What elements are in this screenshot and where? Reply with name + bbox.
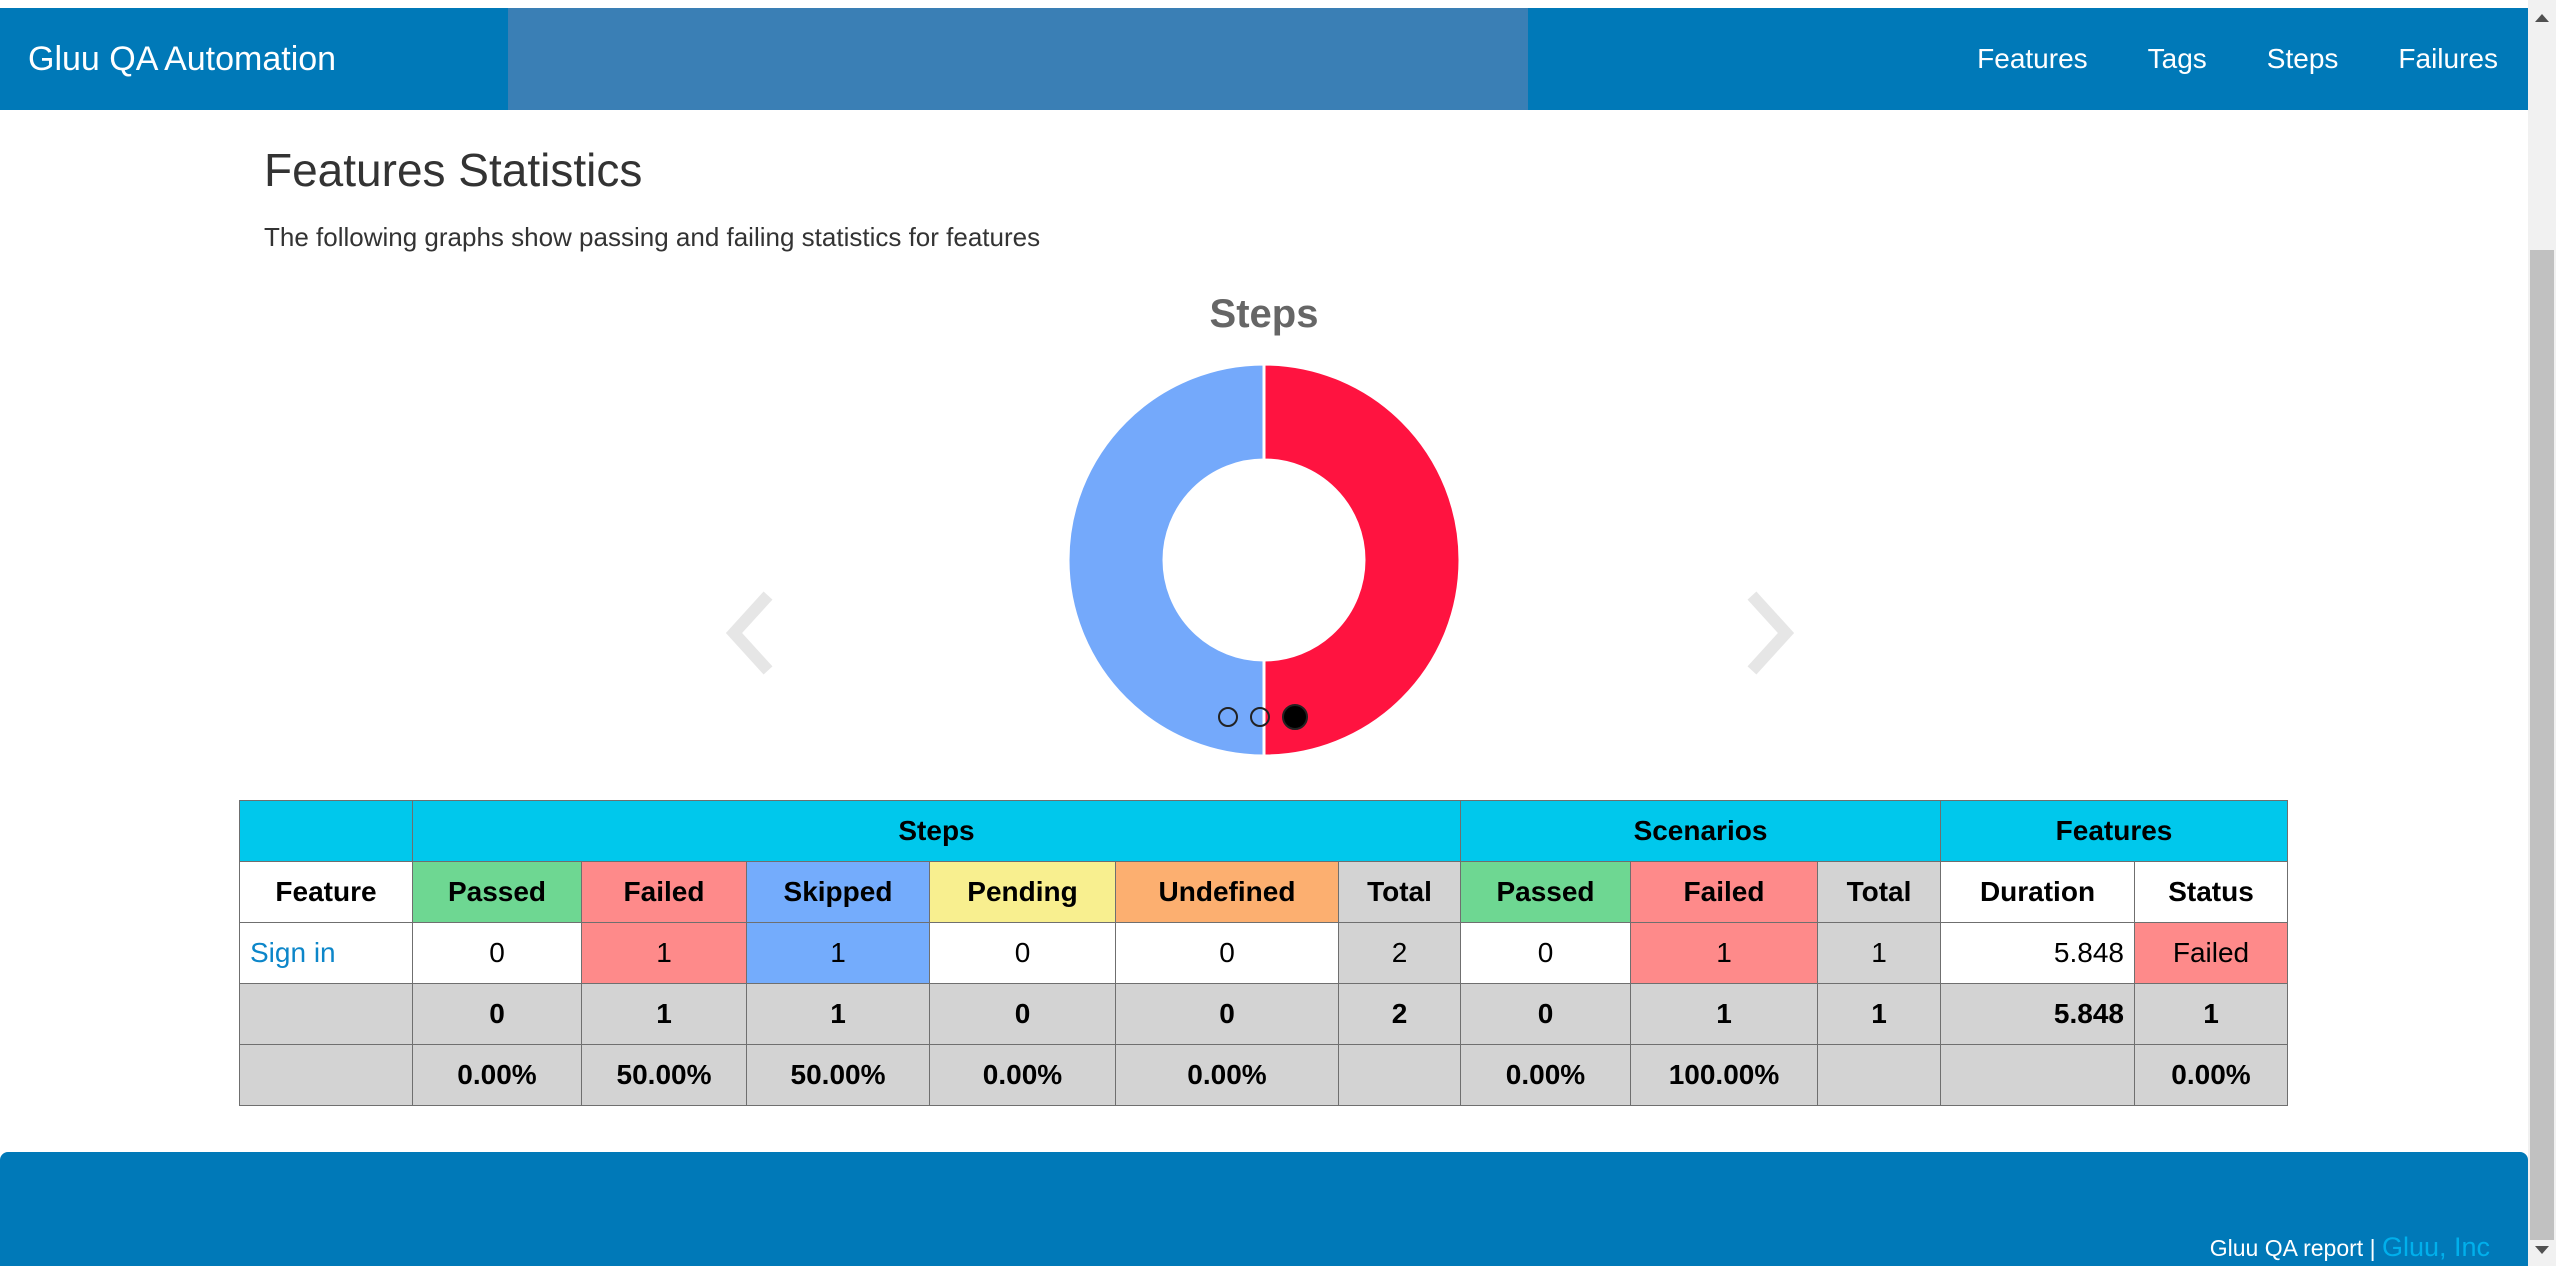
col-header-steps-skipped[interactable]: Skipped xyxy=(746,861,930,923)
carousel-indicator-3[interactable] xyxy=(1282,704,1308,730)
page-title: Features Statistics xyxy=(264,144,643,196)
nav-link-failures[interactable]: Failures xyxy=(2368,8,2528,110)
pct-steps-skipped: 50.00% xyxy=(746,1044,930,1106)
pct-scenarios-passed: 0.00% xyxy=(1460,1044,1631,1106)
footer: Gluu QA report | Gluu, Inc xyxy=(0,1152,2528,1266)
scroll-up-arrow-icon[interactable] xyxy=(2535,14,2549,22)
chevron-right-icon xyxy=(1747,591,1795,675)
pct-status: 0.00% xyxy=(2134,1044,2288,1106)
nav-links: Features Tags Steps Failures xyxy=(1947,8,2528,110)
totals-scenarios-total: 1 xyxy=(1817,983,1941,1045)
navbar: Gluu QA Automation Features Tags Steps F… xyxy=(0,8,2528,110)
chart-title: Steps xyxy=(1209,292,1319,336)
pct-steps-undefined: 0.00% xyxy=(1115,1044,1339,1106)
column-header-row: Feature Passed Failed Skipped Pending Un… xyxy=(239,861,2288,923)
carousel-indicator-1[interactable] xyxy=(1218,707,1238,727)
steps-undefined-cell: 0 xyxy=(1115,922,1339,984)
col-header-steps-total[interactable]: Total xyxy=(1338,861,1461,923)
col-header-steps-passed[interactable]: Passed xyxy=(412,861,582,923)
footer-text: Gluu QA report | Gluu, Inc xyxy=(2210,1232,2490,1263)
navbar-center-band xyxy=(508,8,1528,110)
carousel-indicator-2[interactable] xyxy=(1250,707,1270,727)
pct-label-cell xyxy=(239,1044,413,1106)
col-header-steps-pending[interactable]: Pending xyxy=(929,861,1116,923)
scenarios-group-header: Scenarios xyxy=(1460,800,1941,862)
footer-company-link[interactable]: Gluu, Inc xyxy=(2382,1232,2490,1262)
totals-row: 0 1 1 0 0 2 0 1 1 5.848 1 xyxy=(239,983,2288,1045)
totals-duration: 5.848 xyxy=(1940,983,2135,1045)
nav-link-tags[interactable]: Tags xyxy=(2118,8,2237,110)
col-header-scenarios-total[interactable]: Total xyxy=(1817,861,1941,923)
percentages-row: 0.00% 50.00% 50.00% 0.00% 0.00% 0.00% 10… xyxy=(239,1044,2288,1106)
vertical-scrollbar[interactable] xyxy=(2528,0,2556,1266)
carousel-next-button[interactable] xyxy=(1740,588,1800,678)
pct-scenarios-failed: 100.00% xyxy=(1630,1044,1818,1106)
donut-slice-skipped[interactable] xyxy=(1066,362,1266,758)
steps-group-header: Steps xyxy=(412,800,1461,862)
pct-steps-passed: 0.00% xyxy=(412,1044,582,1106)
totals-steps-skipped: 1 xyxy=(746,983,930,1045)
scenarios-failed-cell: 1 xyxy=(1630,922,1818,984)
steps-donut-chart xyxy=(1066,362,1462,758)
feature-statistics-table: Steps Scenarios Features Feature Passed … xyxy=(239,800,2288,1106)
status-cell: Failed xyxy=(2134,922,2288,984)
totals-steps-failed: 1 xyxy=(581,983,747,1045)
pct-steps-failed: 50.00% xyxy=(581,1044,747,1106)
table-row: Sign in 0 1 1 0 0 2 0 1 1 5.848 Failed xyxy=(239,922,2288,984)
totals-steps-undefined: 0 xyxy=(1115,983,1339,1045)
col-header-steps-failed[interactable]: Failed xyxy=(581,861,747,923)
steps-failed-cell: 1 xyxy=(581,922,747,984)
steps-total-cell: 2 xyxy=(1338,922,1461,984)
feature-link[interactable]: Sign in xyxy=(250,937,336,968)
totals-scenarios-passed: 0 xyxy=(1460,983,1631,1045)
carousel-indicators xyxy=(1218,704,1308,730)
col-header-feature[interactable]: Feature xyxy=(239,861,413,923)
group-header-row: Steps Scenarios Features xyxy=(239,800,2288,862)
carousel-prev-button[interactable] xyxy=(720,588,780,678)
totals-status: 1 xyxy=(2134,983,2288,1045)
totals-scenarios-failed: 1 xyxy=(1630,983,1818,1045)
steps-passed-cell: 0 xyxy=(412,922,582,984)
steps-skipped-cell: 1 xyxy=(746,922,930,984)
donut-slice-failed[interactable] xyxy=(1262,362,1462,758)
col-header-duration[interactable]: Duration xyxy=(1940,861,2135,923)
pct-steps-pending: 0.00% xyxy=(929,1044,1116,1106)
duration-cell: 5.848 xyxy=(1940,922,2135,984)
totals-steps-total: 2 xyxy=(1338,983,1461,1045)
scenarios-total-cell: 1 xyxy=(1817,922,1941,984)
nav-link-steps[interactable]: Steps xyxy=(2237,8,2369,110)
empty-header-cell xyxy=(239,800,413,862)
col-header-steps-undefined[interactable]: Undefined xyxy=(1115,861,1339,923)
totals-steps-pending: 0 xyxy=(929,983,1116,1045)
scroll-thumb[interactable] xyxy=(2530,250,2554,1240)
col-header-scenarios-failed[interactable]: Failed xyxy=(1630,861,1818,923)
feature-name-cell: Sign in xyxy=(239,922,413,984)
chevron-left-icon xyxy=(725,591,773,675)
pct-duration xyxy=(1940,1044,2135,1106)
steps-pending-cell: 0 xyxy=(929,922,1116,984)
scroll-down-arrow-icon[interactable] xyxy=(2535,1246,2549,1254)
pct-steps-total xyxy=(1338,1044,1461,1106)
totals-label-cell xyxy=(239,983,413,1045)
col-header-scenarios-passed[interactable]: Passed xyxy=(1460,861,1631,923)
totals-steps-passed: 0 xyxy=(412,983,582,1045)
features-group-header: Features xyxy=(1940,800,2288,862)
scenarios-passed-cell: 0 xyxy=(1460,922,1631,984)
pct-scenarios-total xyxy=(1817,1044,1941,1106)
footer-label: Gluu QA report | xyxy=(2209,1235,2376,1261)
page-subtitle: The following graphs show passing and fa… xyxy=(264,222,1041,252)
brand-title[interactable]: Gluu QA Automation xyxy=(28,8,336,110)
nav-link-features[interactable]: Features xyxy=(1947,8,2118,110)
col-header-status[interactable]: Status xyxy=(2134,861,2288,923)
